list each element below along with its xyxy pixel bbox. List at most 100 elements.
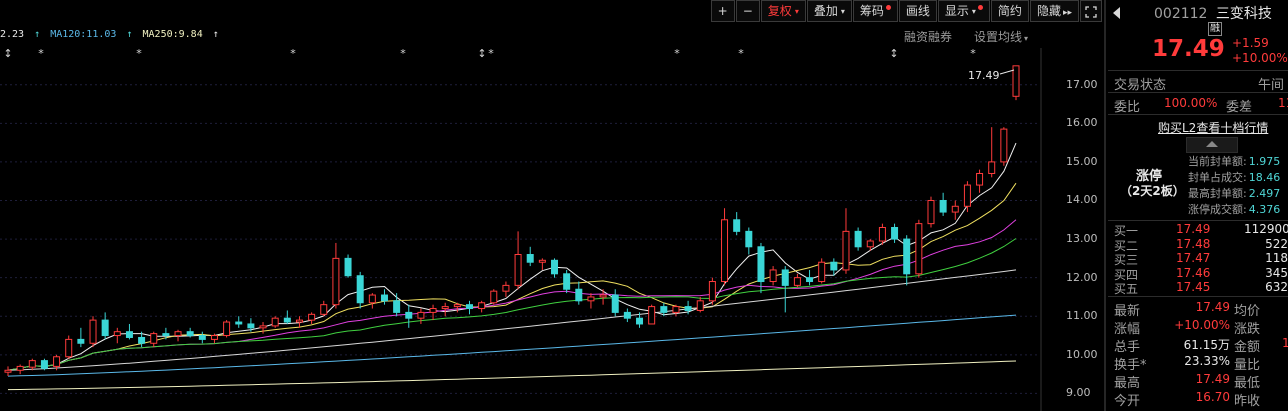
event-marker-icon[interactable]: * <box>400 47 406 60</box>
candle-body <box>295 319 303 323</box>
candle-body <box>1000 128 1008 163</box>
fuquan-dropdown[interactable]: 复权 ▾ <box>760 0 806 22</box>
ma250-line <box>7 360 1017 391</box>
kline-chart-area[interactable]: ↕ * * * * ↕ * * * ↕ * 2.23 ↑ MA120:11.03 ↑ MA250:9… <box>0 0 1104 411</box>
candle-body <box>478 302 486 310</box>
candle-body <box>125 331 133 338</box>
xianshi-dropdown[interactable]: 显示 ▾ <box>937 0 990 22</box>
event-marker-icon[interactable]: * <box>738 47 744 60</box>
arrow-up-icon: ↑ <box>212 29 219 40</box>
stat-label-2: 量比 <box>1234 358 1261 373</box>
stat-label: 最高 <box>1114 376 1141 391</box>
candle-body <box>806 277 814 283</box>
candle-body <box>636 317 644 325</box>
event-marker-icon[interactable]: ↕ <box>477 47 486 60</box>
candle-body <box>405 311 413 319</box>
buy-price: 17.49 <box>1176 222 1211 236</box>
buy-volume: 345 <box>1265 265 1288 280</box>
seal-label: 当前封单额: <box>1188 155 1247 168</box>
ma5-line <box>7 142 1017 371</box>
y-tick-label: 14.00 <box>1066 193 1098 207</box>
ma10-line <box>7 182 1017 371</box>
notification-dot-icon <box>885 5 891 10</box>
ma120-line <box>7 314 1017 377</box>
divider <box>1108 92 1288 93</box>
candle-body <box>4 369 12 373</box>
buy-price: 17.48 <box>1176 236 1211 251</box>
seal-row: 封单占成交: 18.46 <box>1188 169 1288 185</box>
candle-body <box>830 261 838 271</box>
divider <box>1108 114 1288 115</box>
rongzi-link[interactable]: 融资融券 <box>904 28 952 45</box>
huaxian-button[interactable]: 画线 <box>898 0 937 22</box>
stat-value: 23.33% <box>1184 354 1230 368</box>
stat-label-2: 昨收 <box>1234 394 1261 409</box>
event-marker-icon[interactable]: * <box>970 47 976 60</box>
expand-icon[interactable] <box>1080 0 1102 22</box>
candle-body <box>332 257 340 306</box>
stat-label-2: 均价 <box>1234 304 1261 319</box>
candle-body <box>28 360 36 368</box>
candle-body <box>721 219 729 283</box>
y-tick-label: 16.00 <box>1066 116 1098 130</box>
event-marker-icon[interactable]: * <box>488 47 494 60</box>
buy-volume: 118 <box>1265 251 1288 265</box>
kline-chart[interactable]: ↕ * * * * ↕ * * * ↕ * <box>0 0 1104 411</box>
stat-label: 换手* <box>1114 358 1147 373</box>
trade-status-value: 午间 <box>1258 78 1285 93</box>
event-marker-icon[interactable]: ↕ <box>889 47 898 60</box>
candle-body <box>223 321 231 337</box>
chouma-button[interactable]: 筹码 <box>852 0 898 22</box>
stat-value: 16.70 <box>1195 390 1230 404</box>
divider <box>1108 220 1288 221</box>
seal-label: 封单占成交: <box>1188 171 1247 184</box>
seal-label: 最高封单额: <box>1188 187 1247 200</box>
candle-body <box>344 257 352 277</box>
diejia-dropdown[interactable]: 叠加 ▾ <box>806 0 852 22</box>
candle-body <box>259 325 267 329</box>
jianyue-button[interactable]: 简约 <box>990 0 1029 22</box>
candle-body <box>575 288 583 302</box>
y-tick-label: 10.00 <box>1066 347 1098 361</box>
candle-body <box>623 311 631 319</box>
stat-value: +10.00% <box>1174 318 1230 332</box>
candle-body <box>16 365 24 371</box>
chevron-up-glyph <box>1206 141 1218 147</box>
stat-value: 61.15万 <box>1183 338 1230 352</box>
event-marker-icon[interactable]: * <box>38 47 44 60</box>
candle-body <box>113 331 121 337</box>
double-chevron-right-icon: ▸▸ <box>1062 8 1072 18</box>
event-marker-icon[interactable]: * <box>674 47 680 60</box>
weicha-value: 11 <box>1278 96 1288 110</box>
stat-label-2: 涨跌 <box>1234 322 1261 337</box>
candle-body <box>854 230 862 248</box>
stock-name: 三变科技 <box>1215 6 1272 22</box>
stat-row: 最高 17.49 最低 <box>1114 372 1288 391</box>
event-marker-icon[interactable]: * <box>290 47 296 60</box>
yincang-button[interactable]: 隐藏 ▸▸ <box>1029 0 1079 22</box>
candle-body <box>891 227 899 240</box>
collapse-left-icon[interactable] <box>1113 7 1120 19</box>
candle-body <box>551 259 559 275</box>
event-marker-icon[interactable]: * <box>136 47 142 60</box>
buy-volume: 632 <box>1265 280 1288 294</box>
event-marker-icon[interactable]: ↕ <box>3 47 12 60</box>
chevron-down-icon: ▾ <box>794 6 799 16</box>
zoom-in-button[interactable]: + <box>710 0 735 22</box>
candle-body <box>356 275 364 304</box>
candle-body <box>101 319 109 337</box>
candle-body <box>660 306 668 313</box>
zoom-out-button[interactable]: − <box>735 0 760 22</box>
ma-setting-dropdown[interactable]: 设置均线 ▾ <box>974 28 1028 45</box>
buy-row[interactable]: 买五 17.45 632 <box>1114 280 1288 297</box>
candle-body <box>368 294 376 304</box>
l2-link[interactable]: 购买L2查看十档行情 <box>1158 119 1288 136</box>
seal-value: 2.497 <box>1248 187 1281 200</box>
price-change: +1.59 <box>1232 36 1269 50</box>
candle-body <box>611 294 619 313</box>
candle-body <box>976 172 984 186</box>
candle-body <box>271 317 279 327</box>
buy-volume: 112900 <box>1244 222 1288 236</box>
yincang-label: 隐藏 <box>1036 4 1061 18</box>
chevron-up-icon[interactable] <box>1186 137 1238 153</box>
